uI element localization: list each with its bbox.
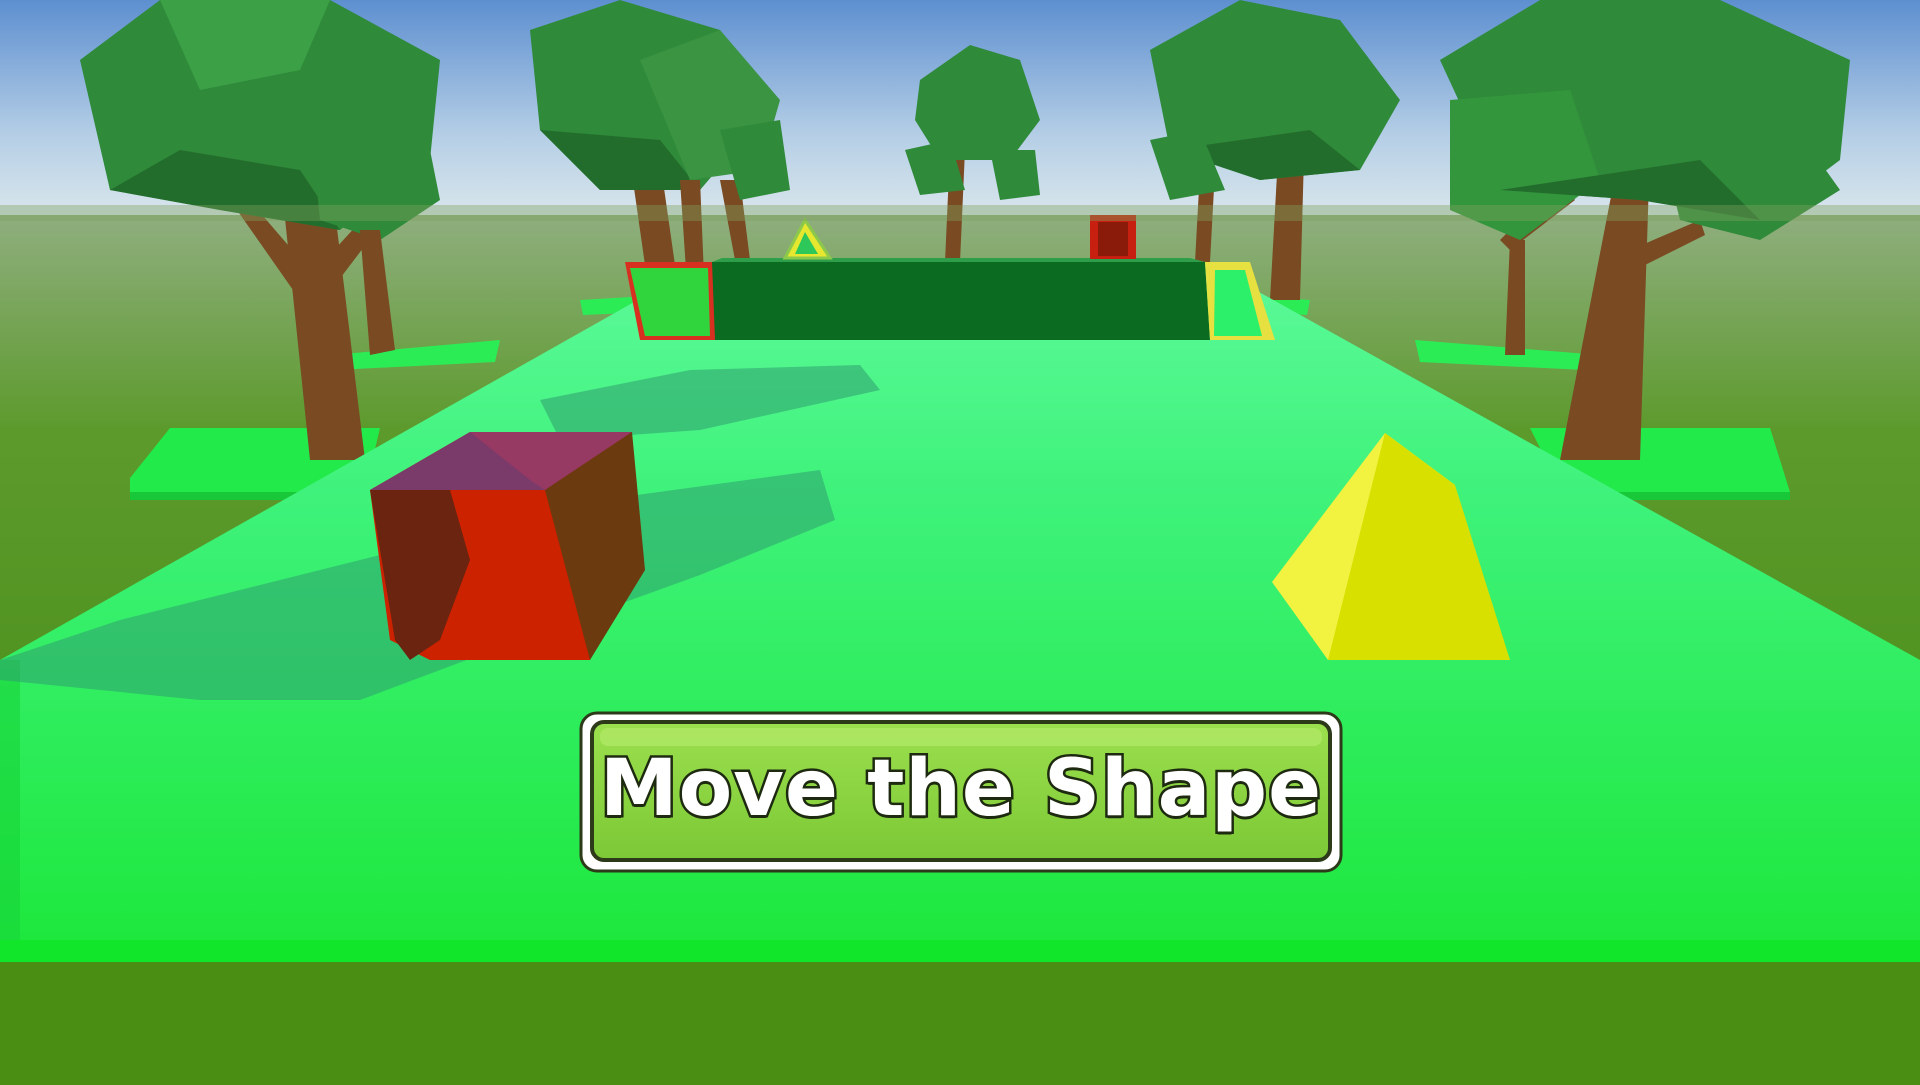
game-viewport: Move the Shape	[0, 0, 1920, 1080]
scene-canvas	[0, 0, 1920, 1080]
gate-wall	[625, 258, 1275, 340]
move-shape-label: Move the Shape	[597, 742, 1323, 837]
red-cube[interactable]	[370, 432, 645, 660]
track-edge	[0, 940, 1920, 962]
near-ground	[0, 962, 1920, 1080]
move-shape-button[interactable]: Move the Shape	[578, 710, 1344, 874]
